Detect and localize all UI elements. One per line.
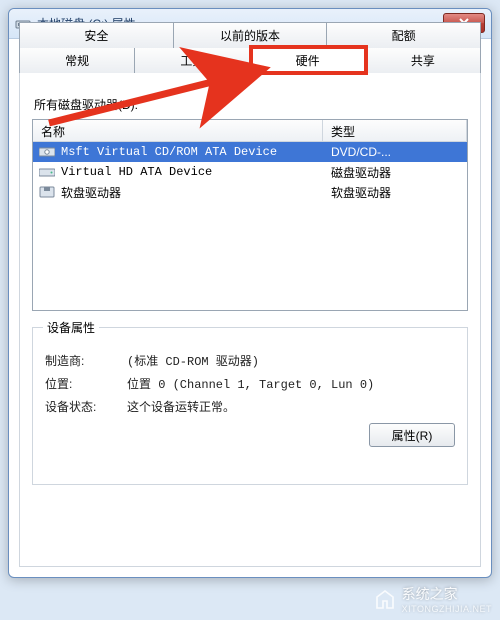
status-label: 设备状态: — [45, 398, 127, 415]
watermark-icon — [374, 588, 396, 610]
properties-dialog: 本地磁盘 (C:) 属性 安全 以前的版本 配额 常规 工具 硬件 共享 所有磁… — [8, 8, 492, 578]
drive-listview[interactable]: 名称 类型 Msft Virtual CD/ROM ATA Device DVD… — [32, 119, 468, 311]
list-row[interactable]: Msft Virtual CD/ROM ATA Device DVD/CD-..… — [33, 142, 467, 162]
list-header: 名称 类型 — [33, 120, 467, 142]
hdd-icon — [39, 166, 55, 178]
properties-button[interactable]: 属性(R) — [369, 423, 455, 447]
location-label: 位置: — [45, 375, 127, 392]
manufacturer-value: (标准 CD-ROM 驱动器) — [127, 352, 455, 369]
dialog-content: 安全 以前的版本 配额 常规 工具 硬件 共享 所有磁盘驱动器(D): 名称 类… — [19, 49, 481, 567]
list-row[interactable]: 软盘驱动器 软盘驱动器 — [33, 182, 467, 202]
tab-hardware[interactable]: 硬件 — [251, 47, 366, 73]
tab-tools[interactable]: 工具 — [135, 47, 250, 73]
drive-list-label: 所有磁盘驱动器(D): — [34, 96, 468, 113]
tab-general[interactable]: 常规 — [19, 47, 135, 73]
list-row[interactable]: Virtual HD ATA Device 磁盘驱动器 — [33, 162, 467, 182]
tab-bar: 安全 以前的版本 配额 常规 工具 硬件 共享 — [19, 22, 481, 78]
watermark: 系统之家 XITONGZHIJIA.NET — [374, 584, 492, 614]
manufacturer-label: 制造商: — [45, 352, 127, 369]
status-value: 这个设备运转正常。 — [127, 398, 455, 415]
tab-quota[interactable]: 配额 — [327, 22, 481, 48]
cdrom-icon — [39, 146, 55, 158]
tab-previous-versions[interactable]: 以前的版本 — [174, 22, 328, 48]
device-properties-group: 设备属性 制造商: (标准 CD-ROM 驱动器) 位置: 位置 0 (Chan… — [32, 327, 468, 485]
group-legend: 设备属性 — [43, 319, 99, 336]
floppy-icon — [39, 186, 55, 198]
location-value: 位置 0 (Channel 1, Target 0, Lun 0) — [127, 375, 455, 392]
tab-security[interactable]: 安全 — [19, 22, 174, 48]
tab-sharing[interactable]: 共享 — [366, 47, 481, 73]
column-name[interactable]: 名称 — [33, 120, 323, 141]
list-body: Msft Virtual CD/ROM ATA Device DVD/CD-..… — [33, 142, 467, 310]
column-type[interactable]: 类型 — [323, 120, 467, 141]
